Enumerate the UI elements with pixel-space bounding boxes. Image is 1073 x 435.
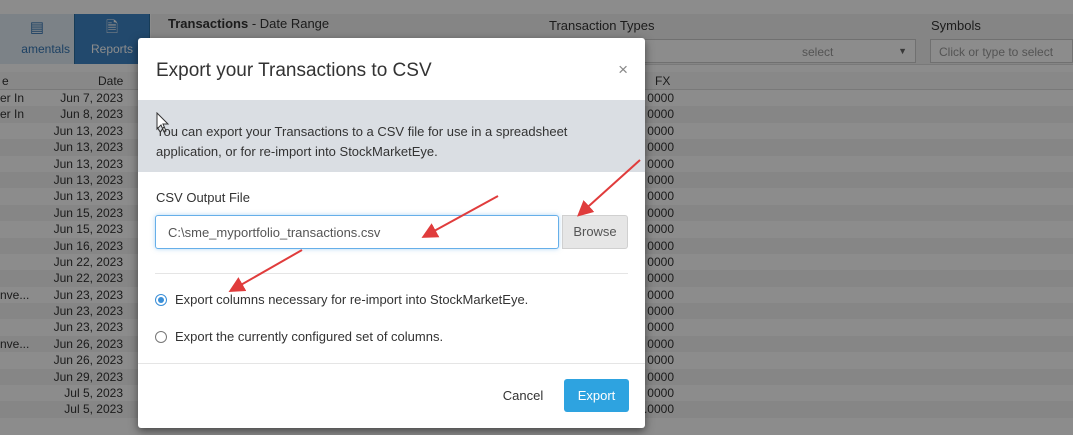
divider [155,273,628,274]
footer-divider [138,363,645,364]
option-reimport-label: Export columns necessary for re-import i… [175,292,529,307]
cancel-button[interactable]: Cancel [493,380,553,412]
close-icon[interactable]: × [618,60,628,80]
info-text: You can export your Transactions to a CS… [156,124,568,159]
dialog-title: Export your Transactions to CSV [156,60,432,81]
csv-output-file-label: CSV Output File [156,190,250,205]
radio-current[interactable] [155,330,167,343]
info-panel: You can export your Transactions to a CS… [138,100,645,172]
option-current-columns[interactable]: Export the currently configured set of c… [155,329,443,344]
option-current-label: Export the currently configured set of c… [175,329,444,344]
export-csv-dialog: Export your Transactions to CSV × You ca… [138,38,645,428]
csv-output-file-input[interactable] [155,215,559,249]
export-button[interactable]: Export [564,379,629,412]
browse-button[interactable]: Browse [562,215,628,249]
radio-reimport[interactable] [155,293,167,306]
option-reimport-columns[interactable]: Export columns necessary for re-import i… [155,292,528,307]
